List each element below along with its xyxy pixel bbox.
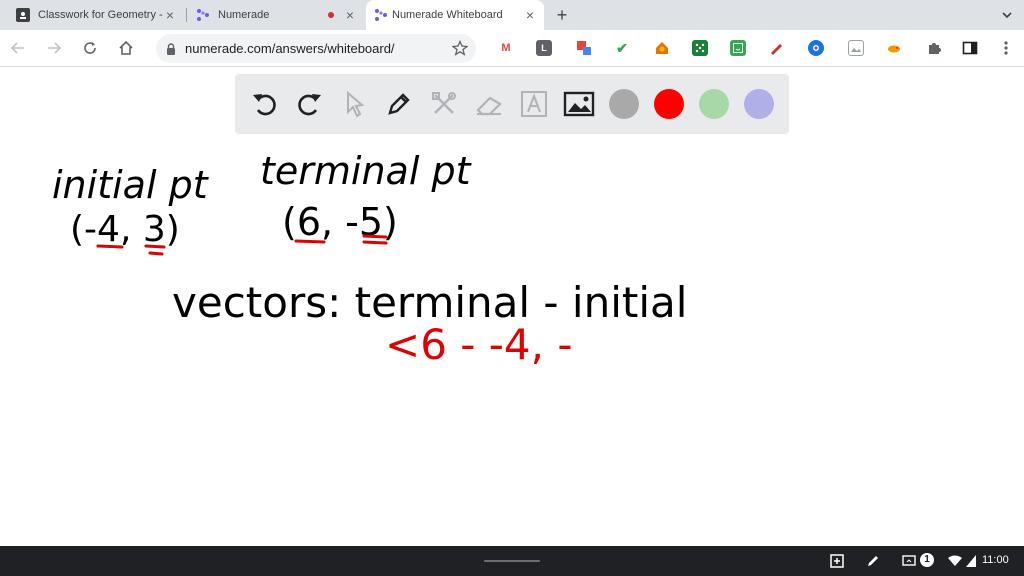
home-button[interactable] (114, 36, 138, 60)
reload-button[interactable] (78, 36, 102, 60)
tab-title: Numerade Whiteboard (392, 9, 503, 21)
image-tool-button[interactable] (563, 88, 595, 120)
classroom-icon (16, 8, 30, 22)
whiteboard-toolbar (235, 74, 789, 134)
cast-icon[interactable] (902, 554, 916, 568)
url-text: numerade.com/answers/whiteboard/ (185, 41, 395, 56)
tab-search-icon[interactable] (1000, 8, 1014, 22)
eraser-button[interactable] (473, 88, 505, 120)
extensions-puzzle-icon[interactable] (926, 40, 942, 56)
close-tab-icon[interactable]: × (162, 7, 178, 23)
color-swatch-red[interactable] (654, 89, 684, 119)
pen-icon (388, 93, 410, 115)
text-a-icon (521, 91, 547, 117)
vector-work-line: <6 - -4, - (385, 320, 573, 369)
redo-button[interactable] (293, 88, 325, 120)
close-tab-icon[interactable]: × (342, 7, 358, 23)
translate-icon[interactable] (576, 40, 592, 56)
eraser-icon (476, 96, 502, 116)
select-button[interactable] (338, 88, 370, 120)
tab-numerade-whiteboard[interactable]: Numerade Whiteboard × (366, 0, 544, 30)
close-tab-icon[interactable]: × (522, 7, 538, 23)
color-swatch-green[interactable] (699, 89, 729, 119)
tools-button[interactable] (428, 88, 460, 120)
back-arrow-icon (10, 42, 24, 54)
tab-separator (186, 8, 187, 22)
launcher-indicator[interactable] (484, 560, 540, 562)
stylus-icon[interactable] (866, 554, 880, 568)
wifi-icon (948, 555, 962, 567)
address-bar[interactable]: numerade.com/answers/whiteboard/ (156, 34, 476, 63)
pen-extension-icon[interactable] (768, 40, 784, 56)
underline-y-initial (144, 244, 166, 256)
pen-tool-button[interactable] (383, 88, 415, 120)
color-swatch-gray[interactable] (609, 89, 639, 119)
hammer-wrench-icon (432, 92, 456, 114)
bookmark-star-icon[interactable] (451, 39, 469, 56)
tab-strip: Classwork for Geometry - Han × Numerade … (0, 0, 1024, 30)
battery-icon (966, 555, 976, 567)
clock[interactable]: 11:00 (982, 554, 1009, 566)
terminal-point-label: terminal pt (260, 149, 473, 193)
tab-classwork[interactable]: Classwork for Geometry - Han × (8, 0, 184, 30)
whiteboard-canvas[interactable]: initial pt (-4, 3) terminal pt (6, -5) v… (0, 135, 1024, 545)
cursor-arrow-icon (347, 90, 365, 118)
reload-icon (84, 42, 96, 54)
home-extension-icon[interactable] (654, 40, 670, 56)
check-icon[interactable]: ✔ (614, 40, 630, 56)
image-extension-icon[interactable] (848, 40, 864, 56)
undo-button[interactable] (249, 88, 281, 120)
text-tool-button[interactable] (518, 88, 550, 120)
smile-icon[interactable] (730, 40, 746, 56)
system-shelf: 1 11:00 (0, 546, 1024, 576)
undo-icon (253, 94, 276, 116)
menu-kebab-icon[interactable] (998, 40, 1014, 56)
new-tab-button[interactable]: + (552, 5, 572, 25)
recording-indicator-icon (328, 12, 334, 18)
forward-arrow-icon (48, 42, 62, 54)
globe-icon[interactable] (808, 40, 824, 56)
bird-icon[interactable] (886, 40, 902, 56)
notification-badge[interactable]: 1 (920, 553, 934, 567)
redo-icon (298, 94, 321, 116)
browser-toolbar: numerade.com/answers/whiteboard/ M L ✔ (0, 30, 1024, 67)
initial-point-coords: (-4, 3) (70, 209, 180, 250)
tab-title: Numerade (218, 9, 270, 21)
underline-x-initial (96, 244, 124, 249)
dice-icon[interactable] (692, 40, 708, 56)
lock-icon (166, 42, 176, 55)
forward-button[interactable] (42, 36, 66, 60)
tab-numerade[interactable]: Numerade × (188, 0, 364, 30)
initial-point-label: initial pt (52, 163, 210, 207)
screen-capture-icon[interactable] (830, 554, 844, 568)
home-icon (119, 40, 133, 55)
image-icon (563, 91, 595, 117)
gmail-icon[interactable]: M (498, 40, 514, 56)
back-button[interactable] (6, 36, 30, 60)
numerade-logo-icon (196, 8, 210, 22)
color-swatch-purple[interactable] (744, 89, 774, 119)
numerade-logo-icon (374, 8, 388, 22)
side-panel-icon[interactable] (962, 40, 978, 56)
tab-title: Classwork for Geometry - Han (38, 9, 166, 21)
l-extension-icon[interactable]: L (536, 40, 552, 56)
underline-x-terminal (294, 239, 326, 244)
